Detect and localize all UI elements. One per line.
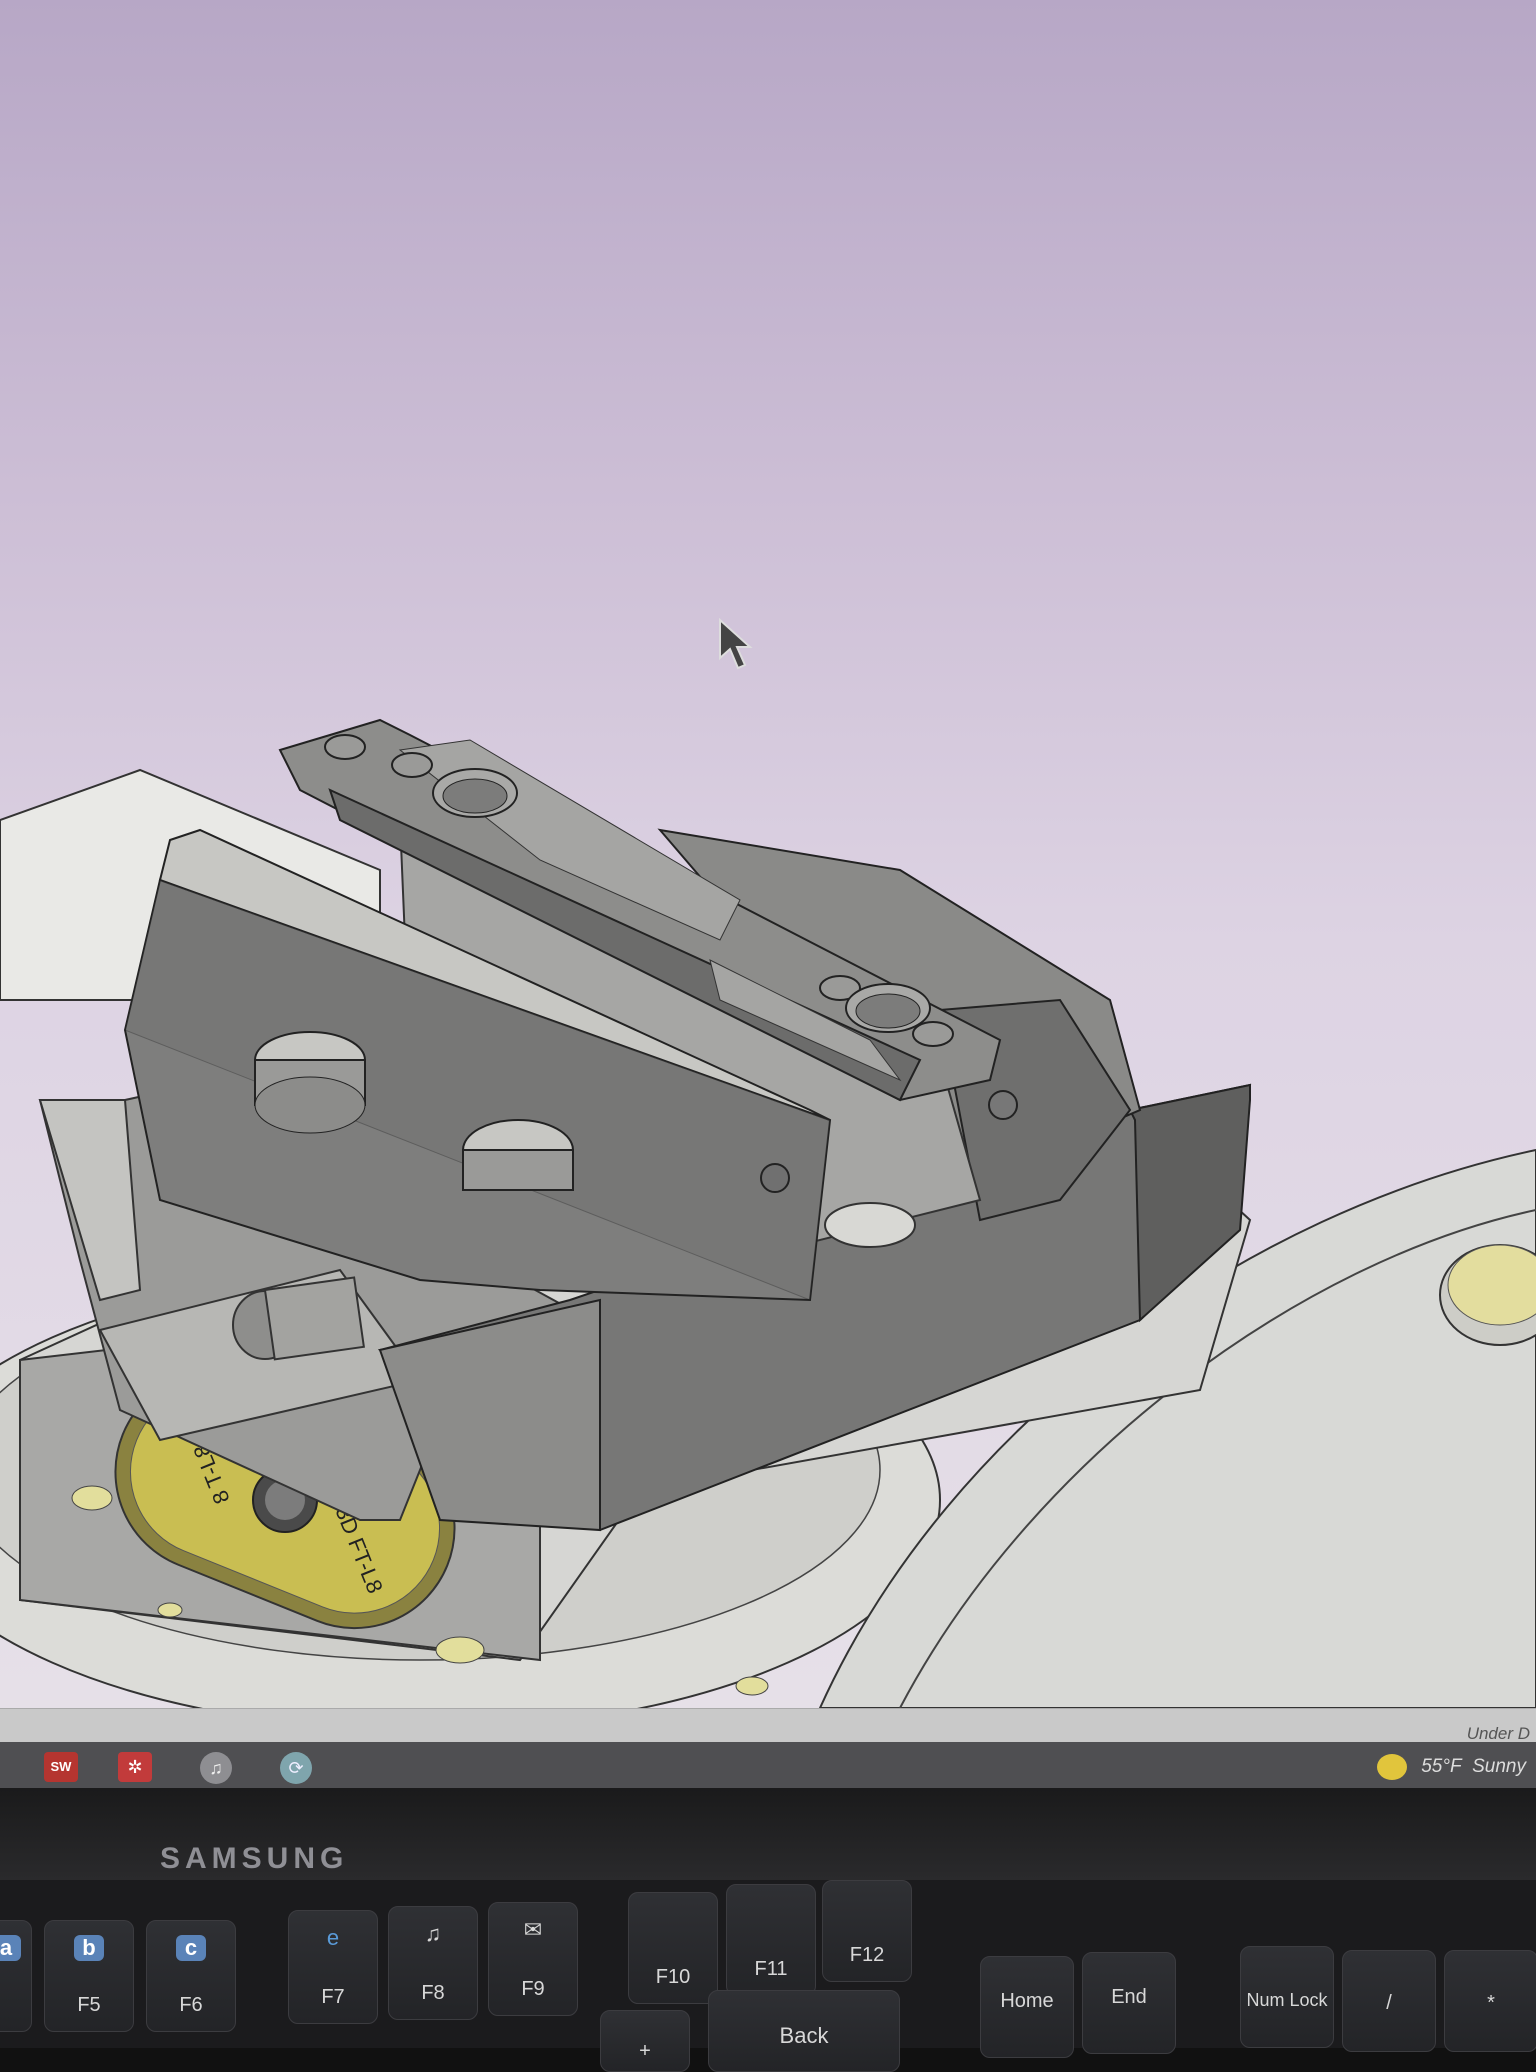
- key-num-lock[interactable]: Num Lock: [1240, 1946, 1334, 2048]
- solidworks-2022-icon[interactable]: SW 2022: [44, 1752, 78, 1804]
- sync-icon[interactable]: ⟳: [280, 1752, 312, 1784]
- key-f5[interactable]: b F5: [44, 1920, 134, 2032]
- key-backspace[interactable]: Back: [708, 1990, 900, 2072]
- key-partial[interactable]: a: [0, 1920, 32, 2032]
- key-f7[interactable]: e F7: [288, 1910, 378, 2024]
- key-asterisk[interactable]: *: [1444, 1950, 1536, 2052]
- key-f6[interactable]: c F6: [146, 1920, 236, 2032]
- snipping-tool-icon[interactable]: ✲: [118, 1752, 152, 1782]
- music-icon[interactable]: ♫: [200, 1752, 232, 1784]
- keyboard: a b F5 c F6 e F7 ♫ F8 ✉ F9 F10 F11 F12 + Back…: [0, 1880, 1536, 2072]
- key-f9[interactable]: ✉ F9: [488, 1902, 578, 2016]
- sun-icon: [1377, 1754, 1408, 1780]
- cad-vise-model[interactable]: 3D FT-L8 8 T-L8: [0, 0, 1536, 1708]
- mouse-cursor-icon: [719, 618, 753, 670]
- key-f8[interactable]: ♫ F8: [388, 1906, 478, 2020]
- monitor-brand-logo: SAMSUNG: [160, 1842, 349, 1875]
- windows-taskbar: SW 2022 ✲ ♫ ⟳ 55°F Sunny: [0, 1742, 1536, 1804]
- weather-text: 55°F Sunny: [1421, 1756, 1526, 1777]
- key-f10[interactable]: F10: [628, 1892, 718, 2004]
- key-f12[interactable]: F12: [822, 1880, 912, 1982]
- status-bar: Under D: [0, 1708, 1536, 1743]
- key-slash[interactable]: /: [1342, 1950, 1436, 2052]
- key-f11[interactable]: F11: [726, 1884, 816, 1996]
- media-icon: ♫: [424, 1921, 442, 1946]
- mail-icon: ✉: [523, 1917, 543, 1942]
- weather-widget[interactable]: 55°F Sunny: [1377, 1754, 1526, 1780]
- internet-explorer-icon: e: [326, 1925, 340, 1950]
- key-end[interactable]: End: [1082, 1952, 1176, 2054]
- cad-viewport[interactable]: 3D FT-L8 8 T-L8: [0, 0, 1536, 1708]
- key-home[interactable]: Home: [980, 1956, 1074, 2058]
- status-bar-text: Under D: [1466, 1724, 1530, 1743]
- key-plus[interactable]: +: [600, 2010, 690, 2072]
